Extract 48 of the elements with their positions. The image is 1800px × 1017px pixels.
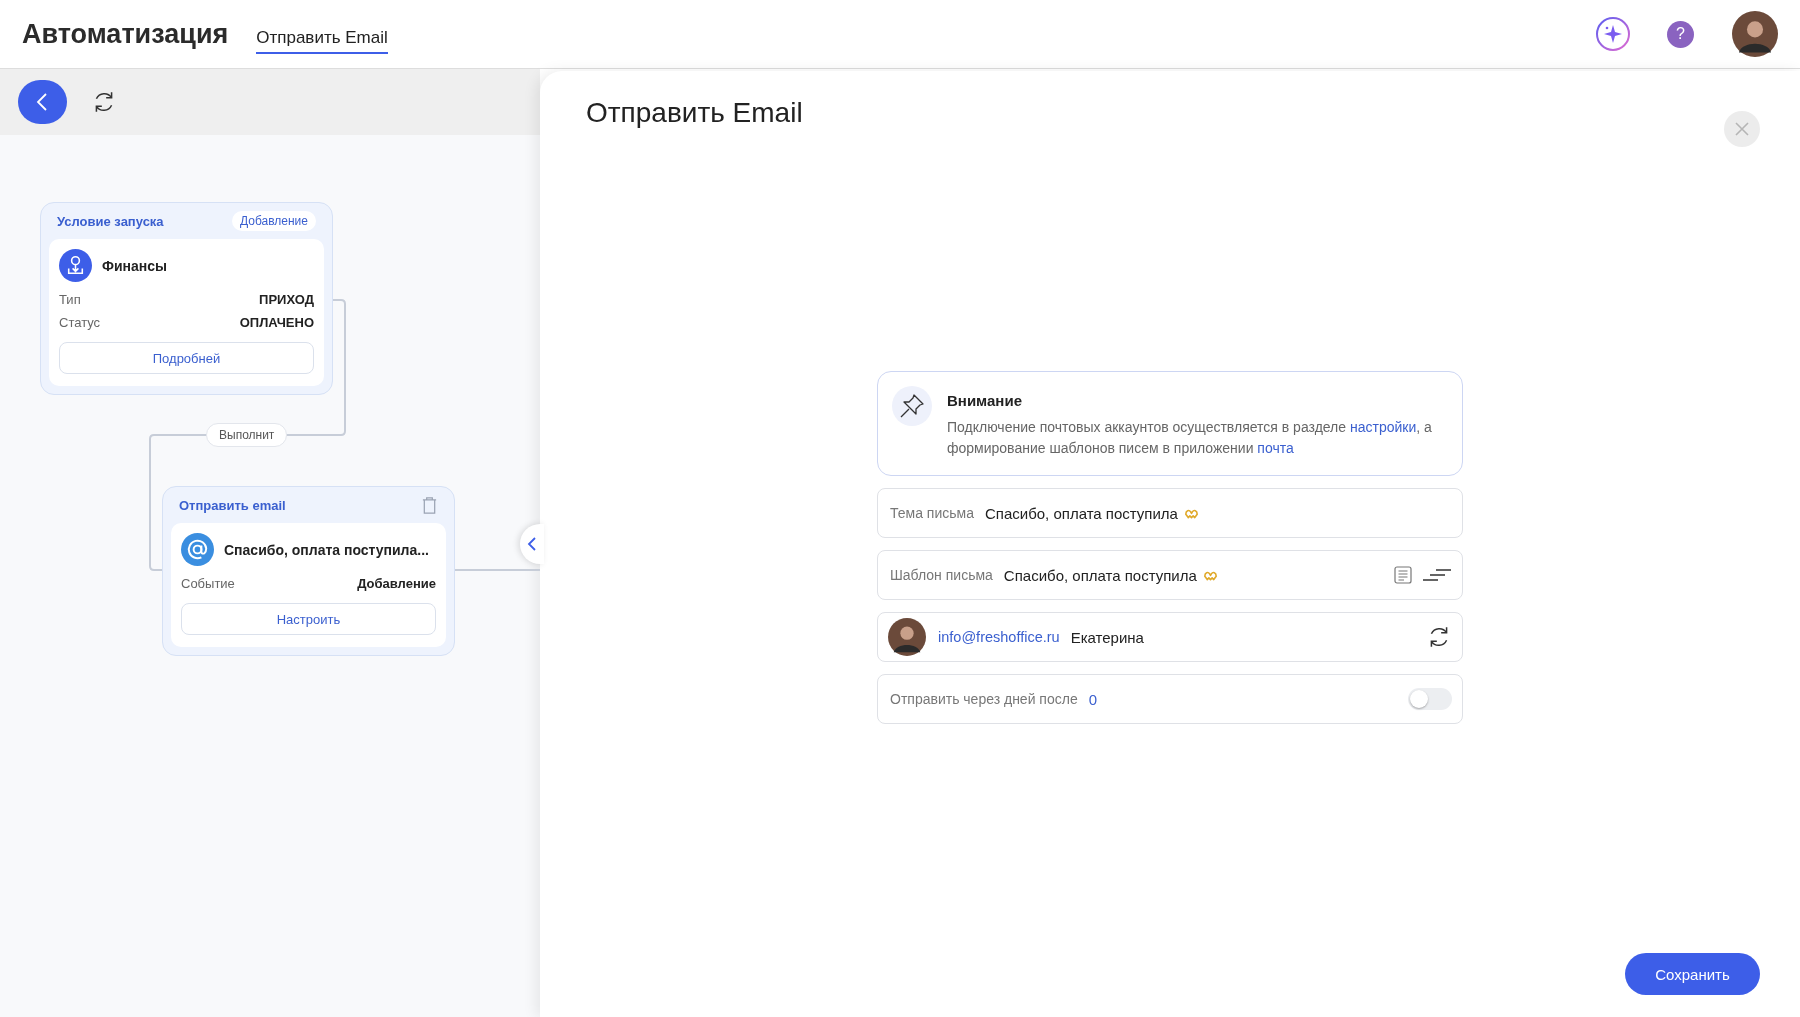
connector-label: Выполнит bbox=[206, 423, 288, 447]
form-field[interactable]: Шаблон письма Спасибо, оплата поступила bbox=[877, 550, 1463, 600]
chevron-left-icon bbox=[527, 536, 537, 552]
node-button[interactable]: Настроить bbox=[181, 603, 436, 635]
user-avatar bbox=[888, 618, 926, 656]
tab[interactable]: Отправить Email bbox=[256, 20, 388, 54]
toggle-switch[interactable] bbox=[1408, 688, 1452, 710]
panel-title: Отправить Email bbox=[586, 97, 803, 129]
finance-icon bbox=[59, 249, 92, 282]
field-value: ОПЛАЧЕНО bbox=[239, 315, 314, 330]
close-icon bbox=[1734, 121, 1750, 137]
node-name: Спасибо, оплата поступила... bbox=[224, 541, 429, 558]
at-sign-icon bbox=[181, 533, 214, 566]
field-value: Добавление bbox=[357, 576, 436, 591]
document-icon[interactable] bbox=[1394, 566, 1412, 584]
field-value: ПРИХОД bbox=[259, 292, 314, 307]
days-value: 0 bbox=[1088, 690, 1098, 708]
mail-link[interactable]: почта bbox=[1257, 440, 1294, 456]
page-title: Автоматизация bbox=[22, 18, 229, 50]
email-link[interactable]: info@freshoffice.ru bbox=[938, 629, 1060, 645]
field-label: Отправить через дней после bbox=[890, 691, 1078, 707]
field-label: Тема письма bbox=[890, 505, 974, 521]
node-card[interactable]: Отправить email Спасибо, оплата поступила... Событие Добавление Настроить bbox=[162, 486, 455, 656]
sparkle-icon[interactable] bbox=[1595, 16, 1631, 52]
node-card[interactable]: Условие запуска Добавление Финансы Тип ПРИХОД Статус ОПЛАЧЕНО Подробней bbox=[40, 202, 333, 395]
pin-icon bbox=[892, 386, 932, 426]
notice-title: Внимание bbox=[947, 392, 1023, 409]
sort-icon[interactable] bbox=[1422, 568, 1452, 582]
field-value: Спасибо, оплата поступила bbox=[1003, 566, 1197, 584]
user-avatar[interactable] bbox=[1732, 11, 1778, 57]
field-label: Событие bbox=[181, 576, 235, 591]
notice-text: Подключение почтовых аккаунтов осуществляется в разделе настройки, а формирование шаблонов писем в приложении почта bbox=[947, 418, 1433, 458]
node-name: Финансы bbox=[102, 257, 167, 274]
sender-name: Екатерина bbox=[1070, 628, 1144, 646]
field-value: Спасибо, оплата поступила bbox=[984, 504, 1178, 522]
back-button[interactable] bbox=[18, 80, 67, 124]
form-field[interactable]: info@freshoffice.ru Екатерина bbox=[877, 612, 1463, 662]
form-field[interactable]: Отправить через дней после 0 bbox=[877, 674, 1463, 724]
field-label: Статус bbox=[59, 315, 101, 330]
node-button[interactable]: Подробней bbox=[59, 342, 314, 374]
field-label: Шаблон письма bbox=[890, 567, 993, 583]
form-field[interactable]: Тема письма Спасибо, оплата поступила bbox=[877, 488, 1463, 538]
event-badge: Добавление bbox=[232, 211, 316, 231]
save-button[interactable]: Сохранить bbox=[1625, 953, 1760, 995]
node-title: Отправить email bbox=[179, 497, 286, 513]
node-title: Условие запуска bbox=[57, 213, 164, 229]
field-label: Тип bbox=[59, 292, 81, 307]
help-icon[interactable]: ? bbox=[1667, 20, 1694, 48]
